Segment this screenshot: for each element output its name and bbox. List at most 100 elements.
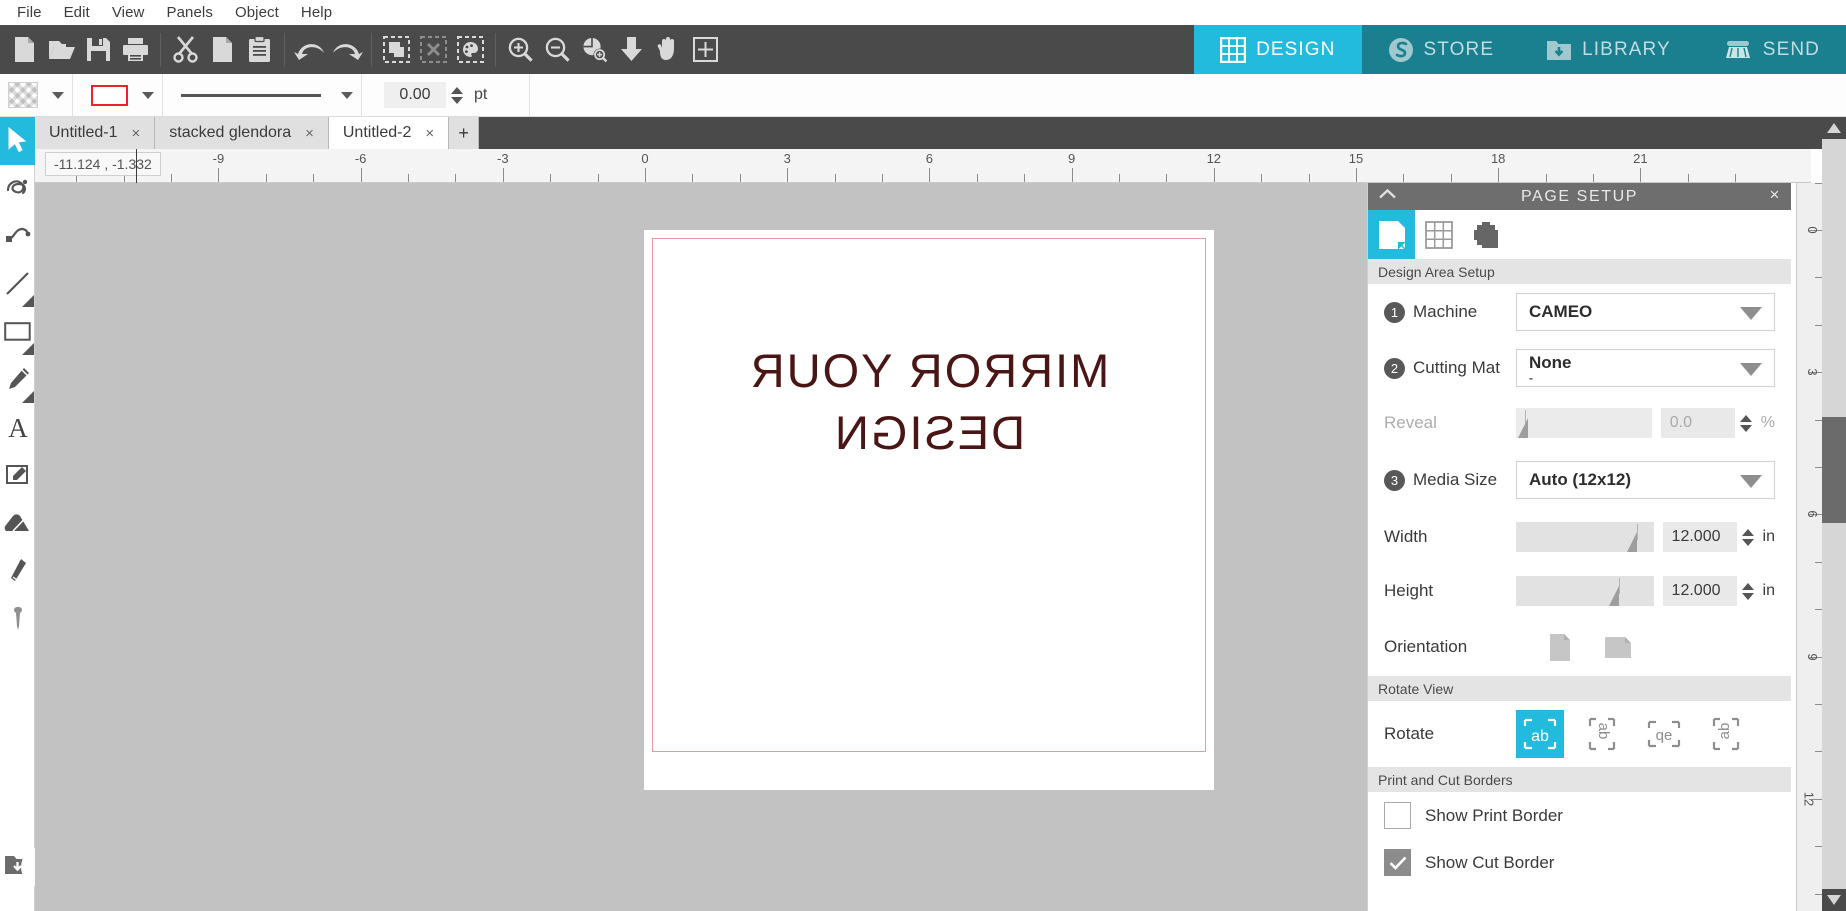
rotate-90-button[interactable]: ab — [1578, 710, 1626, 758]
zoom-in-icon[interactable] — [502, 30, 539, 70]
nav-tab-design[interactable]: DESIGN — [1194, 25, 1362, 74]
page-tab-icon[interactable] — [1368, 210, 1415, 259]
registration-tab-icon[interactable] — [1462, 210, 1509, 259]
redo-arrow-icon[interactable] — [328, 30, 365, 70]
open-folder-icon[interactable] — [43, 30, 80, 70]
horizontal-ruler[interactable]: -12-9-6-3036912151821 — [35, 149, 1811, 183]
rotate-180-button[interactable]: qe — [1640, 710, 1688, 758]
zoom-to-selection-icon[interactable] — [576, 30, 613, 70]
edit-points-tool[interactable] — [0, 165, 35, 213]
line-width-stepper[interactable] — [451, 86, 463, 104]
print-icon[interactable] — [117, 30, 154, 70]
chevron-down-icon[interactable] — [1740, 475, 1762, 488]
show-cut-border-checkbox[interactable] — [1384, 849, 1411, 876]
menu-item-object[interactable]: Object — [224, 2, 290, 23]
stepper-up-icon[interactable] — [451, 86, 463, 94]
rectangle-tool[interactable] — [0, 309, 35, 357]
rotate-0-button[interactable]: ab — [1516, 710, 1564, 758]
reveal-value[interactable]: 0.0 — [1660, 408, 1735, 438]
stepper-down-icon[interactable] — [1741, 592, 1754, 600]
height-slider[interactable] — [1516, 576, 1654, 606]
rotate-270-button[interactable]: ab — [1702, 710, 1750, 758]
save-disk-icon[interactable] — [80, 30, 117, 70]
close-icon[interactable]: × — [425, 125, 434, 142]
draw-freehand-tool[interactable] — [0, 357, 35, 405]
fill-dropdown-chevron-down-icon[interactable] — [52, 91, 64, 99]
height-stepper[interactable] — [1741, 582, 1754, 600]
vertical-ruler[interactable]: 0 3 6 9 12 — [1796, 183, 1822, 911]
eyedropper-tool[interactable] — [0, 597, 35, 645]
line-tool[interactable] — [0, 261, 35, 309]
new-document-icon[interactable] — [6, 30, 43, 70]
menu-item-view[interactable]: View — [101, 2, 156, 23]
media-size-select[interactable]: Auto (12x12) — [1516, 461, 1775, 499]
menu-item-panels[interactable]: Panels — [155, 2, 223, 23]
line-style-preview[interactable] — [181, 93, 321, 97]
line-color-swatch[interactable] — [91, 84, 128, 106]
fit-to-page-icon[interactable] — [613, 30, 650, 70]
fill-color-swatch[interactable] — [8, 82, 38, 108]
stepper-down-icon[interactable] — [1739, 424, 1752, 432]
scroll-down-button[interactable] — [1822, 889, 1846, 911]
menu-item-edit[interactable]: Edit — [53, 2, 101, 23]
select-arrow-tool[interactable] — [0, 117, 35, 165]
stepper-down-icon[interactable] — [451, 96, 463, 104]
orientation-landscape-button[interactable] — [1596, 627, 1640, 667]
chevron-down-icon[interactable] — [1740, 363, 1762, 376]
nav-tab-store[interactable]: STORE — [1361, 25, 1521, 74]
pan-hand-icon[interactable] — [650, 30, 687, 70]
width-stepper[interactable] — [1741, 528, 1754, 546]
line-style-chevron-down-icon[interactable] — [341, 91, 353, 99]
zoom-out-icon[interactable] — [539, 30, 576, 70]
page-sheet[interactable]: MIRROR YOUR DESIGN — [644, 230, 1214, 790]
pencil-tool-flyout-triangle-icon[interactable] — [22, 391, 34, 403]
draw-curve-tool[interactable] — [0, 213, 35, 261]
machine-select[interactable]: CAMEO — [1516, 293, 1775, 331]
paste-clipboard-icon[interactable] — [241, 30, 278, 70]
fit-to-window-icon[interactable] — [687, 30, 724, 70]
width-slider[interactable] — [1516, 522, 1654, 552]
text-tool[interactable]: A — [0, 405, 35, 453]
reveal-slider[interactable] — [1516, 408, 1652, 438]
deselect-all-icon[interactable] — [415, 30, 452, 70]
reveal-stepper[interactable] — [1739, 414, 1752, 432]
select-by-color-icon[interactable] — [452, 30, 489, 70]
select-all-icon[interactable] — [378, 30, 415, 70]
height-value[interactable]: 12.000 — [1662, 576, 1737, 606]
document-tab-untitled-2[interactable]: Untitled-2 × — [328, 117, 450, 149]
new-tab-button[interactable]: + — [449, 117, 480, 149]
orientation-portrait-button[interactable] — [1538, 627, 1582, 667]
vertical-scrollbar[interactable] — [1822, 117, 1846, 911]
grid-tab-icon[interactable] — [1415, 210, 1462, 259]
knife-tool[interactable] — [0, 549, 35, 597]
nav-tab-library[interactable]: LIBRARY — [1520, 25, 1697, 74]
cutting-mat-select[interactable]: None - — [1516, 349, 1775, 387]
document-tab-untitled-1[interactable]: Untitled-1 × — [35, 117, 156, 149]
chevron-down-icon[interactable] — [1740, 307, 1762, 320]
show-print-border-checkbox[interactable] — [1384, 802, 1411, 829]
scroll-up-button[interactable] — [1822, 117, 1846, 139]
eraser-tool[interactable] — [0, 501, 35, 549]
artwork-text[interactable]: MIRROR YOUR DESIGN — [644, 340, 1214, 464]
menu-item-help[interactable]: Help — [290, 2, 343, 23]
close-icon[interactable]: × — [131, 125, 140, 142]
stepper-up-icon[interactable] — [1741, 582, 1754, 590]
close-icon[interactable]: × — [1769, 185, 1781, 205]
notes-tool[interactable] — [0, 453, 35, 501]
stepper-up-icon[interactable] — [1741, 528, 1754, 536]
line-tool-flyout-triangle-icon[interactable] — [22, 295, 34, 307]
nav-tab-send[interactable]: SEND — [1696, 25, 1846, 74]
scrollbar-thumb[interactable] — [1822, 417, 1846, 523]
collapse-chevron-up-icon[interactable] — [1378, 187, 1397, 205]
document-tab-stacked-glendora[interactable]: stacked glendora × — [155, 117, 329, 149]
close-icon[interactable]: × — [305, 125, 314, 142]
stepper-up-icon[interactable] — [1739, 414, 1752, 422]
width-value[interactable]: 12.000 — [1662, 522, 1737, 552]
rectangle-tool-flyout-triangle-icon[interactable] — [22, 343, 34, 355]
line-width-input[interactable]: 0.00 — [384, 82, 446, 108]
menu-item-file[interactable]: File — [6, 2, 53, 23]
stepper-down-icon[interactable] — [1741, 538, 1754, 546]
undo-arrow-icon[interactable] — [291, 30, 328, 70]
scissors-cut-icon[interactable] — [167, 30, 204, 70]
line-color-chevron-down-icon[interactable] — [142, 91, 154, 99]
